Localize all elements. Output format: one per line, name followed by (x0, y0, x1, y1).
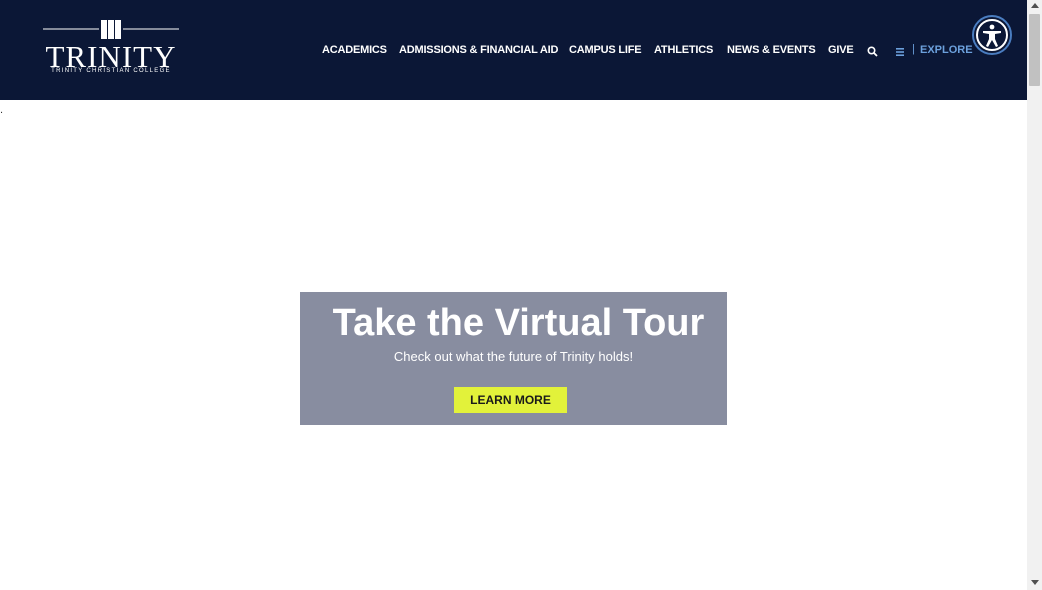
explore-link[interactable]: EXPLORE (920, 44, 973, 56)
scrollbar-thumb[interactable] (1029, 14, 1040, 86)
virtual-tour-subtitle: Check out what the future of Trinity hol… (393, 349, 634, 364)
logo-subtitle: TRINITY CHRISTIAN COLLEGE (51, 68, 171, 74)
scroll-down-arrow-icon[interactable] (1031, 580, 1039, 585)
explore-separator: | (912, 43, 915, 55)
stray-text: . (0, 104, 4, 116)
virtual-tour-banner: Take the Virtual Tour Check out what the… (300, 292, 727, 425)
vertical-scrollbar[interactable] (1027, 0, 1042, 590)
virtual-tour-title: Take the Virtual Tour (332, 302, 705, 344)
accessibility-icon[interactable] (970, 13, 1014, 57)
learn-more-button[interactable]: LEARN MORE (454, 387, 567, 413)
site-header: TRINITY TRINITY CHRISTIAN COLLEGE ACADEM… (0, 0, 1027, 100)
nav-academics[interactable]: ACADEMICS (322, 44, 387, 56)
nav-athletics[interactable]: ATHLETICS (654, 44, 713, 56)
nav-admissions-financial-aid[interactable]: ADMISSIONS & FINANCIAL AID (399, 44, 558, 56)
scroll-up-arrow-icon[interactable] (1031, 3, 1039, 8)
nav-give[interactable]: GIVE (828, 44, 854, 56)
hamburger-menu-icon[interactable] (895, 44, 906, 56)
logo-bars-icon (43, 20, 179, 39)
trinity-logo[interactable]: TRINITY TRINITY CHRISTIAN COLLEGE (43, 19, 179, 77)
nav-news-events[interactable]: NEWS & EVENTS (727, 44, 816, 56)
nav-campus-life[interactable]: CAMPUS LIFE (569, 44, 642, 56)
search-icon[interactable] (867, 44, 878, 57)
